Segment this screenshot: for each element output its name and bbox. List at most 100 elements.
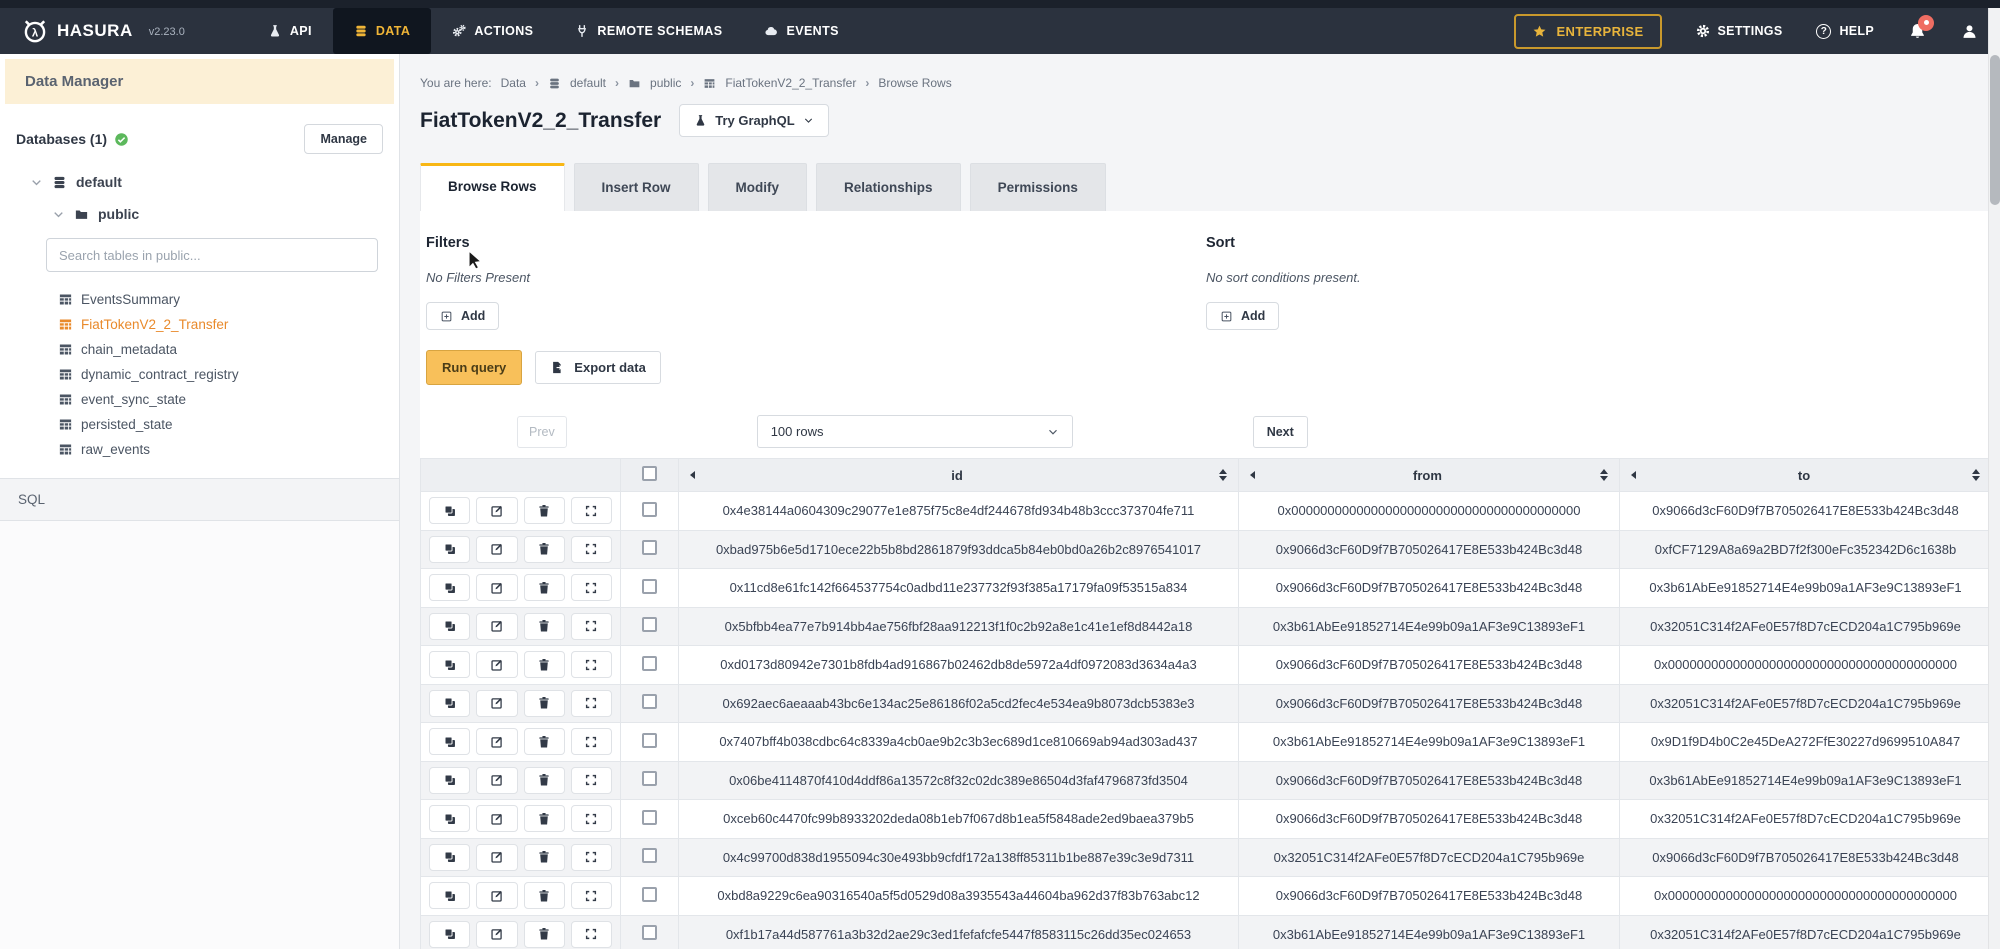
clone-row-button[interactable] bbox=[429, 497, 470, 524]
edit-row-button[interactable] bbox=[476, 805, 517, 832]
row-checkbox[interactable] bbox=[642, 617, 657, 632]
database-tree-item[interactable]: default bbox=[30, 174, 383, 190]
nav-item[interactable]: REMOTE SCHEMAS bbox=[554, 8, 743, 54]
delete-row-button[interactable] bbox=[524, 921, 565, 948]
row-checkbox[interactable] bbox=[642, 925, 657, 940]
edit-row-button[interactable] bbox=[476, 536, 517, 563]
row-checkbox[interactable] bbox=[642, 810, 657, 825]
enterprise-button[interactable]: ENTERPRISE bbox=[1514, 14, 1661, 49]
tab[interactable]: Insert Row bbox=[574, 163, 699, 211]
help-button[interactable]: ? HELP bbox=[1816, 24, 1874, 39]
clone-row-button[interactable] bbox=[429, 767, 470, 794]
delete-row-button[interactable] bbox=[524, 536, 565, 563]
expand-row-button[interactable] bbox=[571, 805, 612, 832]
edit-row-button[interactable] bbox=[476, 882, 517, 909]
rows-per-page-select[interactable]: 100 rows bbox=[757, 415, 1073, 448]
edit-row-button[interactable] bbox=[476, 574, 517, 601]
delete-row-button[interactable] bbox=[524, 844, 565, 871]
select-all-checkbox[interactable] bbox=[642, 466, 657, 481]
sidebar-table-item[interactable]: dynamic_contract_registry bbox=[0, 362, 399, 387]
sidebar-table-item[interactable]: FiatTokenV2_2_Transfer bbox=[0, 312, 399, 337]
breadcrumb-item[interactable]: › default bbox=[535, 76, 606, 90]
delete-row-button[interactable] bbox=[524, 728, 565, 755]
expand-row-button[interactable] bbox=[571, 574, 612, 601]
row-checkbox[interactable] bbox=[642, 733, 657, 748]
expand-row-button[interactable] bbox=[571, 536, 612, 563]
tab[interactable]: Relationships bbox=[816, 163, 961, 211]
column-label[interactable]: to bbox=[1642, 468, 1966, 483]
edit-row-button[interactable] bbox=[476, 690, 517, 717]
tab[interactable]: Permissions bbox=[970, 163, 1106, 211]
breadcrumb-item[interactable]: › public bbox=[615, 76, 681, 90]
delete-row-button[interactable] bbox=[524, 690, 565, 717]
expand-row-button[interactable] bbox=[571, 651, 612, 678]
clone-row-button[interactable] bbox=[429, 613, 470, 640]
clone-row-button[interactable] bbox=[429, 921, 470, 948]
delete-row-button[interactable] bbox=[524, 767, 565, 794]
clone-row-button[interactable] bbox=[429, 844, 470, 871]
chevron-down-icon[interactable] bbox=[30, 176, 43, 189]
user-icon[interactable] bbox=[1961, 23, 1978, 40]
sort-column-icon[interactable] bbox=[1972, 469, 1980, 481]
expand-row-button[interactable] bbox=[571, 844, 612, 871]
clone-row-button[interactable] bbox=[429, 805, 470, 832]
sidebar-table-item[interactable]: chain_metadata bbox=[0, 337, 399, 362]
nav-item[interactable]: ACTIONS bbox=[431, 8, 554, 54]
schema-tree-item[interactable]: public bbox=[52, 206, 383, 222]
row-checkbox[interactable] bbox=[642, 579, 657, 594]
tab[interactable]: Modify bbox=[708, 163, 808, 211]
sidebar-table-item[interactable]: persisted_state bbox=[0, 412, 399, 437]
edit-row-button[interactable] bbox=[476, 497, 517, 524]
next-page-button[interactable]: Next bbox=[1253, 416, 1308, 448]
sort-column-icon[interactable] bbox=[1219, 469, 1227, 481]
page-scrollbar[interactable] bbox=[1988, 8, 2000, 949]
expand-row-button[interactable] bbox=[571, 767, 612, 794]
breadcrumb-item[interactable]: › Browse Rows bbox=[865, 76, 951, 90]
manage-button[interactable]: Manage bbox=[304, 124, 383, 154]
clone-row-button[interactable] bbox=[429, 728, 470, 755]
delete-row-button[interactable] bbox=[524, 805, 565, 832]
expand-row-button[interactable] bbox=[571, 921, 612, 948]
clone-row-button[interactable] bbox=[429, 882, 470, 909]
row-checkbox[interactable] bbox=[642, 848, 657, 863]
clone-row-button[interactable] bbox=[429, 651, 470, 678]
column-label[interactable]: id bbox=[701, 468, 1213, 483]
expand-row-button[interactable] bbox=[571, 728, 612, 755]
clone-row-button[interactable] bbox=[429, 536, 470, 563]
edit-row-button[interactable] bbox=[476, 728, 517, 755]
breadcrumb-item[interactable]: › FiatTokenV2_2_Transfer bbox=[690, 76, 856, 90]
hasura-logo[interactable]: HASURA v2.23.0 bbox=[22, 18, 185, 44]
expand-row-button[interactable] bbox=[571, 882, 612, 909]
collapse-column-icon[interactable] bbox=[690, 471, 695, 479]
export-data-button[interactable]: Export data bbox=[535, 351, 661, 384]
nav-item[interactable]: DATA bbox=[333, 8, 431, 54]
row-checkbox[interactable] bbox=[642, 887, 657, 902]
delete-row-button[interactable] bbox=[524, 574, 565, 601]
search-tables-input[interactable] bbox=[46, 238, 378, 272]
prev-page-button[interactable]: Prev bbox=[517, 416, 567, 448]
collapse-column-icon[interactable] bbox=[1250, 471, 1255, 479]
column-label[interactable]: from bbox=[1261, 468, 1594, 483]
nav-item[interactable]: API bbox=[247, 8, 333, 54]
add-sort-button[interactable]: Add bbox=[1206, 302, 1279, 330]
edit-row-button[interactable] bbox=[476, 844, 517, 871]
run-query-button[interactable]: Run query bbox=[426, 350, 522, 385]
tab[interactable]: Browse Rows bbox=[420, 163, 565, 211]
breadcrumb-item[interactable]: › Data bbox=[501, 76, 526, 90]
edit-row-button[interactable] bbox=[476, 921, 517, 948]
row-checkbox[interactable] bbox=[642, 540, 657, 555]
delete-row-button[interactable] bbox=[524, 613, 565, 640]
scrollbar-thumb[interactable] bbox=[1990, 55, 2000, 205]
row-checkbox[interactable] bbox=[642, 771, 657, 786]
expand-row-button[interactable] bbox=[571, 690, 612, 717]
delete-row-button[interactable] bbox=[524, 651, 565, 678]
expand-row-button[interactable] bbox=[571, 497, 612, 524]
edit-row-button[interactable] bbox=[476, 651, 517, 678]
settings-button[interactable]: SETTINGS bbox=[1696, 24, 1783, 38]
notifications-button[interactable] bbox=[1908, 22, 1927, 41]
edit-row-button[interactable] bbox=[476, 767, 517, 794]
clone-row-button[interactable] bbox=[429, 690, 470, 717]
sidebar-item-sql[interactable]: SQL bbox=[0, 479, 399, 521]
edit-row-button[interactable] bbox=[476, 613, 517, 640]
sidebar-table-item[interactable]: raw_events bbox=[0, 437, 399, 462]
